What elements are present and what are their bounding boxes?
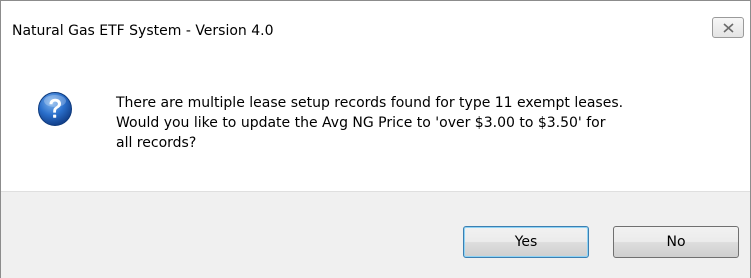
title-bar[interactable]: Natural Gas ETF System - Version 4.0 [1, 1, 750, 61]
question-icon [38, 92, 72, 126]
message-line: all records? [116, 135, 197, 151]
yes-button[interactable]: Yes [463, 226, 589, 258]
message-line: There are multiple lease setup records f… [116, 95, 624, 111]
message-line: Would you like to update the Avg NG Pric… [116, 115, 606, 131]
message-dialog: Natural Gas ETF System - Version 4.0 The… [0, 0, 751, 278]
button-bar: Yes No [1, 191, 750, 278]
close-icon [723, 23, 734, 33]
close-button[interactable] [712, 17, 744, 38]
dialog-content: There are multiple lease setup records f… [1, 61, 750, 191]
window-title: Natural Gas ETF System - Version 4.0 [12, 23, 274, 39]
message-text: There are multiple lease setup records f… [116, 93, 716, 153]
no-button[interactable]: No [613, 226, 739, 258]
